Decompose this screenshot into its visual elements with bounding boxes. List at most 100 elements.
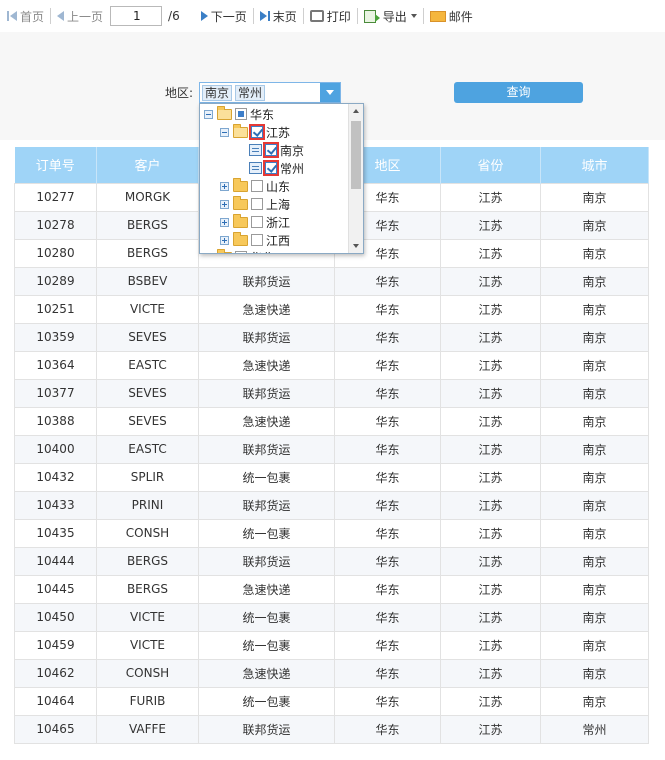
tree-node-label: 山东 (266, 179, 291, 194)
tree-scrollbar[interactable] (348, 104, 363, 253)
region-cell: 华东 (334, 406, 441, 436)
prev-page-icon (57, 11, 65, 21)
table-row: 10359 SEVES 联邦货运 华东 江苏 南京 (14, 322, 649, 352)
expand-icon[interactable] (220, 199, 229, 209)
province-cell: 江苏 (440, 658, 541, 688)
tree-node-huadong[interactable]: 华东 (204, 105, 274, 123)
customer-cell: SPLIR (96, 462, 199, 492)
table-row: 10459 VICTE 统一包裹 华东 江苏 南京 (14, 630, 649, 660)
column-header[interactable]: 订单号 (14, 147, 97, 183)
dropdown-toggle-button[interactable] (320, 83, 340, 102)
carrier-cell: 统一包裹 (198, 602, 335, 632)
tree-node-jiangsu[interactable]: 江苏 (220, 123, 290, 141)
selected-tag[interactable]: 南京 (202, 84, 233, 101)
checkbox-checked[interactable] (249, 124, 265, 140)
city-cell: 南京 (540, 686, 649, 716)
tree-node-shandong[interactable]: 山东 (220, 177, 290, 195)
tree-node-label: 南京 (280, 143, 305, 158)
checkbox[interactable] (251, 216, 263, 228)
table-row: 10432 SPLIR 统一包裹 华东 江苏 南京 (14, 462, 649, 492)
tree-node-jiangxi[interactable]: 江西 (220, 231, 290, 249)
expand-icon[interactable] (220, 235, 229, 245)
checkbox[interactable] (235, 251, 247, 253)
carrier-cell: 联邦货运 (198, 546, 335, 576)
customer-cell: BERGS (96, 546, 199, 576)
tree-node-label: 江苏 (266, 125, 291, 140)
toolbar-divider (50, 8, 52, 24)
customer-cell: CONSH (96, 518, 199, 548)
tree-node-zhejiang[interactable]: 浙江 (220, 213, 290, 231)
prev-page-button[interactable]: 上一页 (54, 6, 106, 26)
scrollbar-thumb[interactable] (351, 121, 361, 189)
page-number-input[interactable] (110, 6, 163, 26)
province-cell: 江苏 (440, 490, 541, 520)
collapse-icon[interactable] (220, 127, 229, 137)
region-cell: 华东 (334, 546, 441, 576)
region-cell: 华东 (334, 574, 441, 604)
checkbox[interactable] (251, 198, 263, 210)
collapse-icon[interactable] (204, 109, 213, 119)
customer-cell: BSBEV (96, 266, 199, 296)
print-button[interactable]: 打印 (307, 6, 354, 26)
checkbox-checked[interactable] (263, 160, 279, 176)
region-select[interactable]: 南京 常州 (199, 82, 341, 103)
carrier-cell: 急速快递 (198, 658, 335, 688)
next-page-button[interactable]: 下一页 (198, 6, 250, 26)
checkbox-checked[interactable] (263, 142, 279, 158)
region-cell: 华东 (334, 686, 441, 716)
tree-node-shanghai[interactable]: 上海 (220, 195, 290, 213)
city-cell: 南京 (540, 406, 649, 436)
order-id-cell: 10251 (14, 294, 97, 324)
order-id-cell: 10377 (14, 378, 97, 408)
order-id-cell: 10277 (14, 182, 97, 212)
scroll-up-icon[interactable] (353, 109, 359, 113)
checkbox[interactable] (251, 180, 263, 192)
city-cell: 南京 (540, 462, 649, 492)
customer-cell: CONSH (96, 658, 199, 688)
city-cell: 南京 (540, 350, 649, 380)
expand-icon[interactable] (220, 217, 229, 227)
region-cell: 华东 (334, 434, 441, 464)
city-cell: 南京 (540, 238, 649, 268)
folder-icon (217, 248, 232, 253)
tree-node-changzhou[interactable]: 常州 (249, 159, 304, 177)
carrier-cell: 急速快递 (198, 574, 335, 604)
column-header[interactable]: 省份 (440, 147, 541, 183)
query-button[interactable]: 查询 (454, 82, 583, 103)
province-cell: 江苏 (440, 714, 541, 744)
scroll-down-icon[interactable] (353, 244, 359, 248)
export-button[interactable]: 导出 (361, 6, 420, 26)
carrier-cell: 联邦货运 (198, 434, 335, 464)
toolbar-divider (422, 8, 424, 24)
mail-button[interactable]: 邮件 (427, 6, 476, 26)
folder-open-icon (217, 105, 232, 120)
order-id-cell: 10450 (14, 602, 97, 632)
province-cell: 江苏 (440, 462, 541, 492)
tree-node-huabei[interactable]: 华北 (204, 248, 274, 253)
last-page-button[interactable]: 末页 (257, 6, 300, 26)
table-row: 10444 BERGS 联邦货运 华东 江苏 南京 (14, 546, 649, 576)
tree-node-label: 浙江 (266, 215, 291, 230)
carrier-cell: 统一包裹 (198, 630, 335, 660)
expand-icon[interactable] (220, 181, 229, 191)
region-cell: 华东 (334, 630, 441, 660)
province-cell: 江苏 (440, 574, 541, 604)
order-id-cell: 10435 (14, 518, 97, 548)
province-cell: 江苏 (440, 630, 541, 660)
column-header[interactable]: 城市 (540, 147, 649, 183)
first-page-button[interactable]: 首页 (4, 6, 47, 26)
region-cell: 华东 (334, 378, 441, 408)
expand-icon[interactable] (204, 252, 213, 253)
customer-cell: PRINI (96, 490, 199, 520)
province-cell: 江苏 (440, 406, 541, 436)
checkbox[interactable] (251, 234, 263, 246)
table-row: 10450 VICTE 统一包裹 华东 江苏 南京 (14, 602, 649, 632)
tree-node-nanjing[interactable]: 南京 (249, 141, 304, 159)
city-cell: 南京 (540, 490, 649, 520)
partial-checkbox[interactable] (235, 108, 247, 120)
province-cell: 江苏 (440, 602, 541, 632)
selected-tag[interactable]: 常州 (235, 84, 266, 101)
customer-cell: VICTE (96, 630, 199, 660)
chevron-down-icon (410, 14, 417, 18)
column-header[interactable]: 客户 (96, 147, 199, 183)
